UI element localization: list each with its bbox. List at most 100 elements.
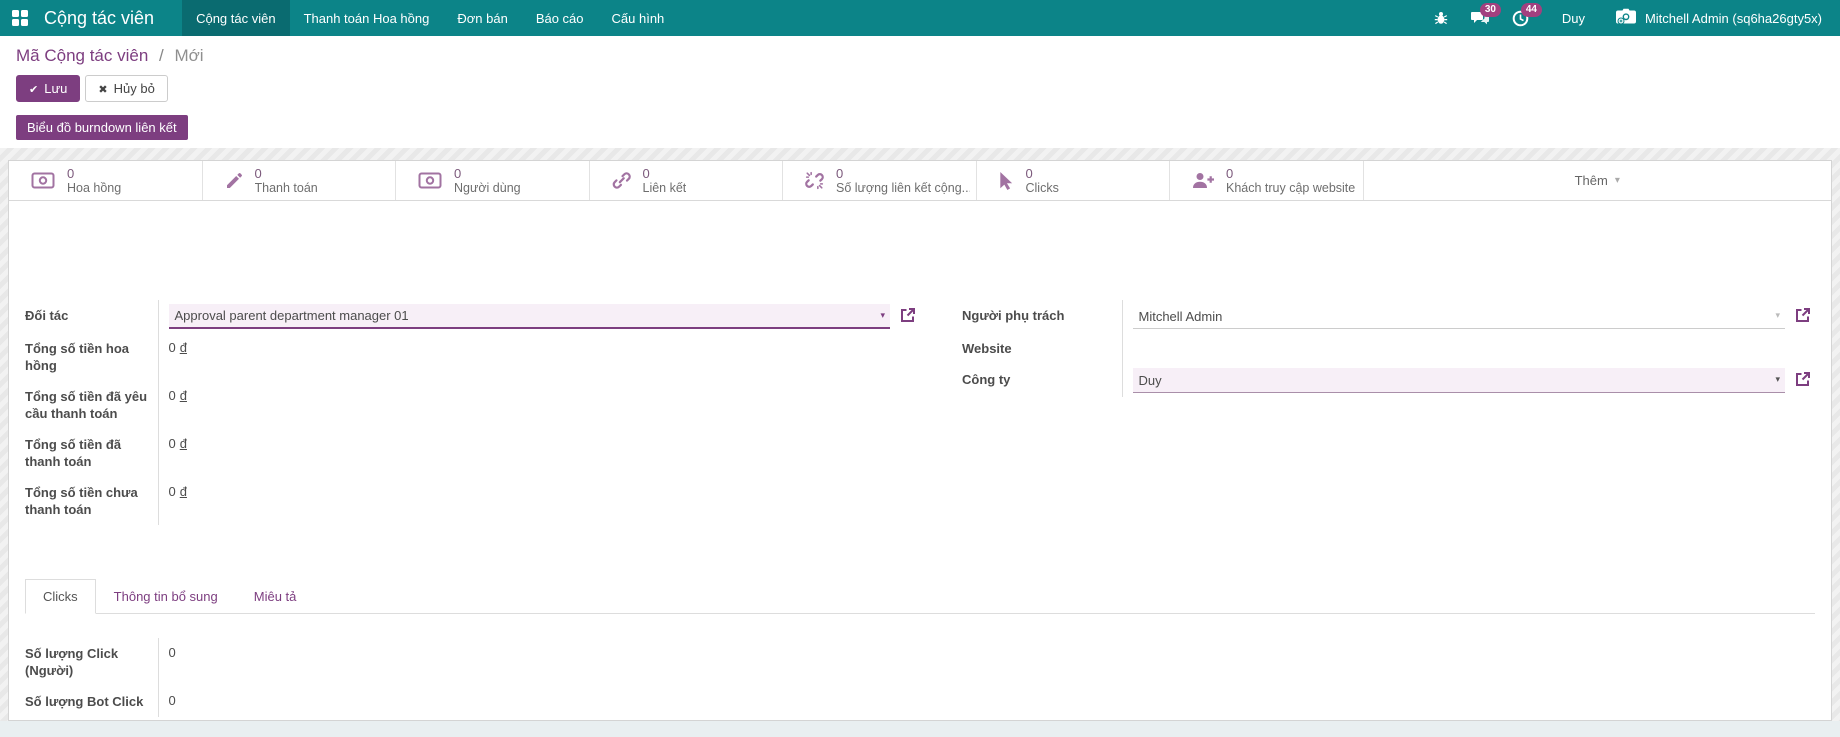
stat-button-so-luong-lien-ket[interactable]: 0 Số lượng liên kết cộng... bbox=[783, 161, 977, 200]
stat-label: Liên kết bbox=[642, 180, 687, 195]
apps-grid-icon bbox=[12, 10, 28, 26]
apps-menu-button[interactable] bbox=[0, 0, 40, 36]
stat-value: 0 bbox=[642, 166, 650, 181]
bot-click-count-value: 0 bbox=[168, 693, 176, 708]
money-bill-icon bbox=[418, 172, 442, 189]
user-name: Mitchell Admin (sq6ha26gty5x) bbox=[1644, 10, 1822, 26]
responsible-user-field[interactable]: Mitchell Admin ▾ bbox=[1132, 304, 1810, 329]
nav-item-cong-tac-vien[interactable]: Cộng tác viên bbox=[182, 0, 290, 36]
check-icon: ✔ bbox=[29, 84, 39, 96]
breadcrumb-parent-link[interactable]: Mã Cộng tác viên bbox=[16, 46, 148, 65]
form-sheet: 0 Hoa hồng 0 Thanh toán 0 Người dùng 0 Liên … bbox=[8, 160, 1832, 721]
click-count-value: 0 bbox=[168, 645, 176, 660]
stat-button-hoa-hong[interactable]: 0 Hoa hồng bbox=[9, 161, 203, 200]
currency-symbol: đ bbox=[179, 388, 187, 403]
user-menu[interactable]: Mitchell Admin (sq6ha26gty5x) bbox=[1607, 8, 1830, 29]
stat-button-lien-ket[interactable]: 0 Liên kết bbox=[589, 161, 783, 200]
requested-amount-value: 0đ bbox=[168, 388, 187, 403]
bottom-strip bbox=[0, 721, 1840, 737]
nav-item-thanh-toan-hoa-hong[interactable]: Thanh toán Hoa hồng bbox=[290, 0, 444, 36]
currency-symbol: đ bbox=[179, 484, 187, 499]
stat-value: 0 bbox=[1226, 166, 1234, 181]
link-icon bbox=[612, 171, 631, 190]
chevron-down-icon[interactable]: ▾ bbox=[1775, 310, 1780, 321]
tab-mieu-ta[interactable]: Miêu tả bbox=[236, 579, 315, 614]
more-area: Thêm ▾ bbox=[1364, 161, 1832, 200]
app-title[interactable]: Cộng tác viên bbox=[40, 0, 182, 36]
mouse-pointer-icon bbox=[999, 171, 1014, 190]
activities-badge: 44 bbox=[1520, 3, 1542, 17]
user-plus-icon bbox=[1192, 172, 1214, 189]
field-label-tong-hoa-hong: Tổng số tiền hoa hồng bbox=[25, 333, 159, 381]
field-label-da-thanh-toan: Tổng số tiền đã thanh toán bbox=[25, 429, 159, 477]
company-switcher[interactable]: Duy bbox=[1540, 11, 1607, 26]
total-commission-value: 0đ bbox=[168, 340, 187, 355]
messages-button[interactable]: 30 bbox=[1460, 0, 1501, 36]
stat-label: Hoa hồng bbox=[67, 180, 122, 195]
breadcrumb: Mã Cộng tác viên / Mới bbox=[16, 46, 1824, 66]
discard-button[interactable]: ✖ Hủy bỏ bbox=[85, 75, 168, 102]
form-area: Đối tác Approval parent department manag… bbox=[9, 201, 1831, 525]
stat-value: 0 bbox=[1025, 166, 1033, 181]
stat-label: Thanh toán bbox=[254, 180, 318, 195]
stat-button-khach-truy-cap[interactable]: 0 Khách truy cập website bbox=[1170, 161, 1364, 200]
partner-field[interactable]: Approval parent department manager 01 ▾ bbox=[168, 304, 915, 329]
stat-value: 0 bbox=[254, 166, 262, 181]
bug-icon bbox=[1433, 10, 1449, 26]
stat-button-thanh-toan[interactable]: 0 Thanh toán bbox=[202, 161, 396, 200]
tab-clicks[interactable]: Clicks bbox=[25, 579, 96, 614]
avatar-camera-icon bbox=[1615, 8, 1637, 29]
debug-bug-button[interactable] bbox=[1422, 0, 1460, 36]
nav-item-don-ban[interactable]: Đơn bán bbox=[443, 0, 521, 36]
paid-amount-value: 0đ bbox=[168, 436, 187, 451]
stat-value: 0 bbox=[836, 166, 844, 181]
currency-symbol: đ bbox=[179, 436, 187, 451]
field-label-doi-tac: Đối tác bbox=[25, 300, 159, 333]
more-dropdown-button[interactable]: Thêm ▾ bbox=[1569, 172, 1626, 189]
stat-button-clicks[interactable]: 0 Clicks bbox=[976, 161, 1170, 200]
control-panel: Mã Cộng tác viên / Mới ✔ Lưu ✖ Hủy bỏ Biểu… bbox=[0, 36, 1840, 148]
stat-button-nguoi-dung[interactable]: 0 Người dùng bbox=[396, 161, 590, 200]
external-link-icon[interactable] bbox=[900, 307, 916, 323]
field-label-chua-thanh-toan: Tổng số tiền chưa thanh toán bbox=[25, 477, 159, 525]
burndown-chart-button[interactable]: Biểu đồ burndown liên kết bbox=[16, 115, 188, 140]
stat-label: Clicks bbox=[1025, 180, 1059, 195]
website-field[interactable] bbox=[1133, 337, 1816, 340]
pencil-icon bbox=[225, 172, 243, 190]
field-label-website: Website bbox=[962, 333, 1123, 364]
stat-label: Người dùng bbox=[454, 180, 521, 195]
nav-menu: Cộng tác viên Thanh toán Hoa hồng Đơn bá… bbox=[182, 0, 678, 36]
messages-badge: 30 bbox=[1479, 3, 1501, 17]
breadcrumb-current: Mới bbox=[174, 46, 204, 65]
external-link-icon[interactable] bbox=[1795, 307, 1811, 323]
field-label-so-luong-bot-click: Số lượng Bot Click bbox=[25, 686, 159, 717]
tab-content-clicks: Số lượng Click (Người) 0 Số lượng Bot Cl… bbox=[9, 614, 1831, 717]
field-label-cong-ty: Công ty bbox=[962, 364, 1123, 397]
money-bill-icon bbox=[31, 172, 55, 189]
stat-value: 0 bbox=[67, 166, 75, 181]
nav-item-bao-cao[interactable]: Báo cáo bbox=[522, 0, 598, 36]
breadcrumb-separator: / bbox=[159, 46, 164, 65]
stat-label: Khách truy cập website bbox=[1226, 180, 1356, 195]
stat-value: 0 bbox=[454, 166, 462, 181]
chevron-down-icon[interactable]: ▾ bbox=[880, 310, 885, 321]
chevron-down-icon[interactable]: ▾ bbox=[1775, 374, 1780, 385]
unlink-icon bbox=[805, 171, 824, 190]
field-label-nguoi-phu-trach: Người phụ trách bbox=[962, 300, 1123, 333]
close-icon: ✖ bbox=[98, 84, 108, 96]
chevron-down-icon: ▾ bbox=[1614, 175, 1620, 186]
nav-item-cau-hinh[interactable]: Cấu hình bbox=[598, 0, 679, 36]
activities-button[interactable]: 44 bbox=[1501, 0, 1542, 36]
stat-label: Số lượng liên kết cộng... bbox=[836, 180, 970, 195]
tab-thong-tin-bo-sung[interactable]: Thông tin bổ sung bbox=[96, 579, 236, 614]
currency-symbol: đ bbox=[179, 340, 187, 355]
unpaid-amount-value: 0đ bbox=[168, 484, 187, 499]
top-navbar: Cộng tác viên Cộng tác viên Thanh toán H… bbox=[0, 0, 1840, 36]
company-field[interactable]: Duy ▾ bbox=[1132, 368, 1810, 393]
external-link-icon[interactable] bbox=[1795, 371, 1811, 387]
save-button[interactable]: ✔ Lưu bbox=[16, 75, 81, 102]
field-label-da-yeu-cau: Tổng số tiền đã yêu cầu thanh toán bbox=[25, 381, 159, 429]
field-label-so-luong-click-nguoi: Số lượng Click (Người) bbox=[25, 638, 159, 686]
stat-button-row: 0 Hoa hồng 0 Thanh toán 0 Người dùng 0 Liên … bbox=[9, 161, 1831, 201]
content-background: 0 Hoa hồng 0 Thanh toán 0 Người dùng 0 Liên … bbox=[0, 148, 1840, 737]
